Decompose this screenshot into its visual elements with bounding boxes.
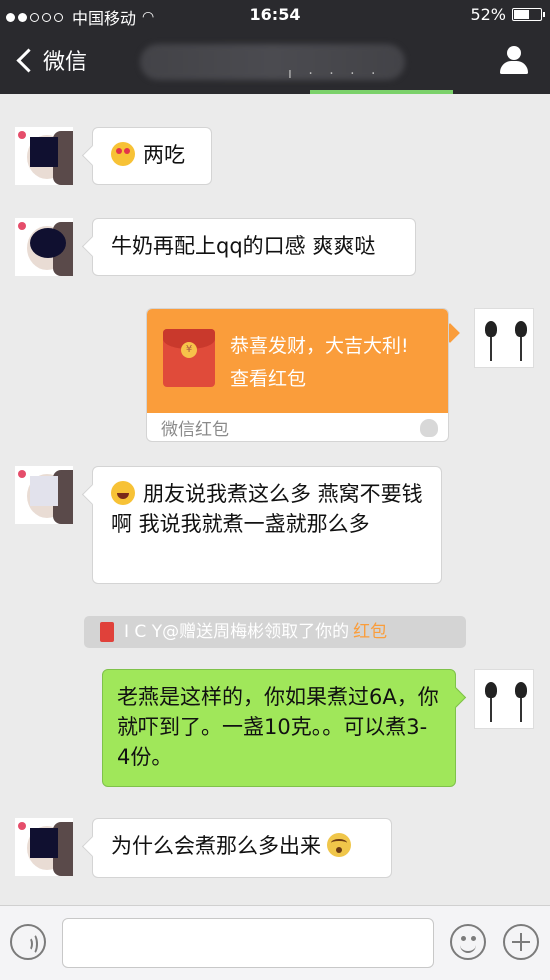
contact-avatar[interactable] [15,127,73,185]
message-bubble[interactable]: 朋友说我煮这么多 燕窝不要钱啊 我说我就煮一盏就那么多 [92,466,442,584]
red-packet-greeting: 恭喜发财，大吉大利! [230,335,409,357]
red-packet-small-icon [100,622,114,642]
notice-text: I C Y@赠送周梅彬领取了你的 [124,622,350,642]
clock: 16:54 [249,5,301,24]
my-avatar[interactable] [474,308,534,368]
message-input[interactable] [62,918,434,968]
chat-title-fragment: ı · · · · [288,66,382,82]
contact-avatar[interactable] [15,818,73,876]
flushed-emoji-icon [327,833,351,857]
message-text: 老燕是这样的，你如果煮过6A，你就吓到了。一盏10克。。可以煮3-4份。 [117,685,439,769]
message-text: 为什么会煮那么多出来 [111,834,321,858]
contact-avatar[interactable] [15,466,73,524]
shield-icon [420,419,438,437]
battery-percent: 52% [470,5,506,24]
plus-icon[interactable] [503,924,539,960]
system-notice: I C Y@赠送周梅彬领取了你的 红包 [84,616,466,648]
battery-indicator: 52% [470,5,545,24]
title-decoration [310,90,453,94]
back-label: 微信 [43,50,88,75]
message-bubble[interactable]: 两吃 [92,127,212,185]
red-packet-view-link[interactable]: 查看红包 [230,364,306,391]
contact-avatar[interactable] [15,218,73,276]
heart-eyes-emoji-icon [111,142,135,166]
battery-icon [512,8,545,21]
chevron-left-icon [16,47,41,73]
laughing-tears-emoji-icon [111,481,135,505]
message-text: 朋友说我煮这么多 燕窝不要钱啊 我说我就煮一盏就那么多 [111,482,423,536]
emoji-picker-icon[interactable] [450,924,486,960]
nav-bar: 微信 ı · · · · [0,30,550,94]
battery-fill [514,10,529,19]
back-button[interactable]: 微信 [14,44,87,76]
message-bubble[interactable]: 牛奶再配上qq的口感 爽爽哒 [92,218,416,276]
message-text: 牛奶再配上qq的口感 爽爽哒 [111,234,376,258]
input-bar [0,905,550,980]
red-envelope-icon: ¥ [163,329,215,387]
my-avatar[interactable] [474,669,534,729]
message-bubble[interactable]: 为什么会煮那么多出来 [92,818,392,878]
voice-input-icon[interactable] [10,924,46,960]
message-text: 两吃 [143,143,185,167]
profile-icon[interactable] [500,46,528,76]
sent-message-bubble[interactable]: 老燕是这样的，你如果煮过6A，你就吓到了。一盏10克。。可以煮3-4份。 [102,669,456,787]
red-packet-label: 微信红包 [161,420,229,440]
red-packet-card[interactable]: ¥ 恭喜发财，大吉大利! 查看红包 微信红包 [146,308,449,442]
notice-red-packet-link[interactable]: 红包 [353,622,387,642]
status-bar: 中国移动 ◠ 16:54 52% [0,0,550,30]
